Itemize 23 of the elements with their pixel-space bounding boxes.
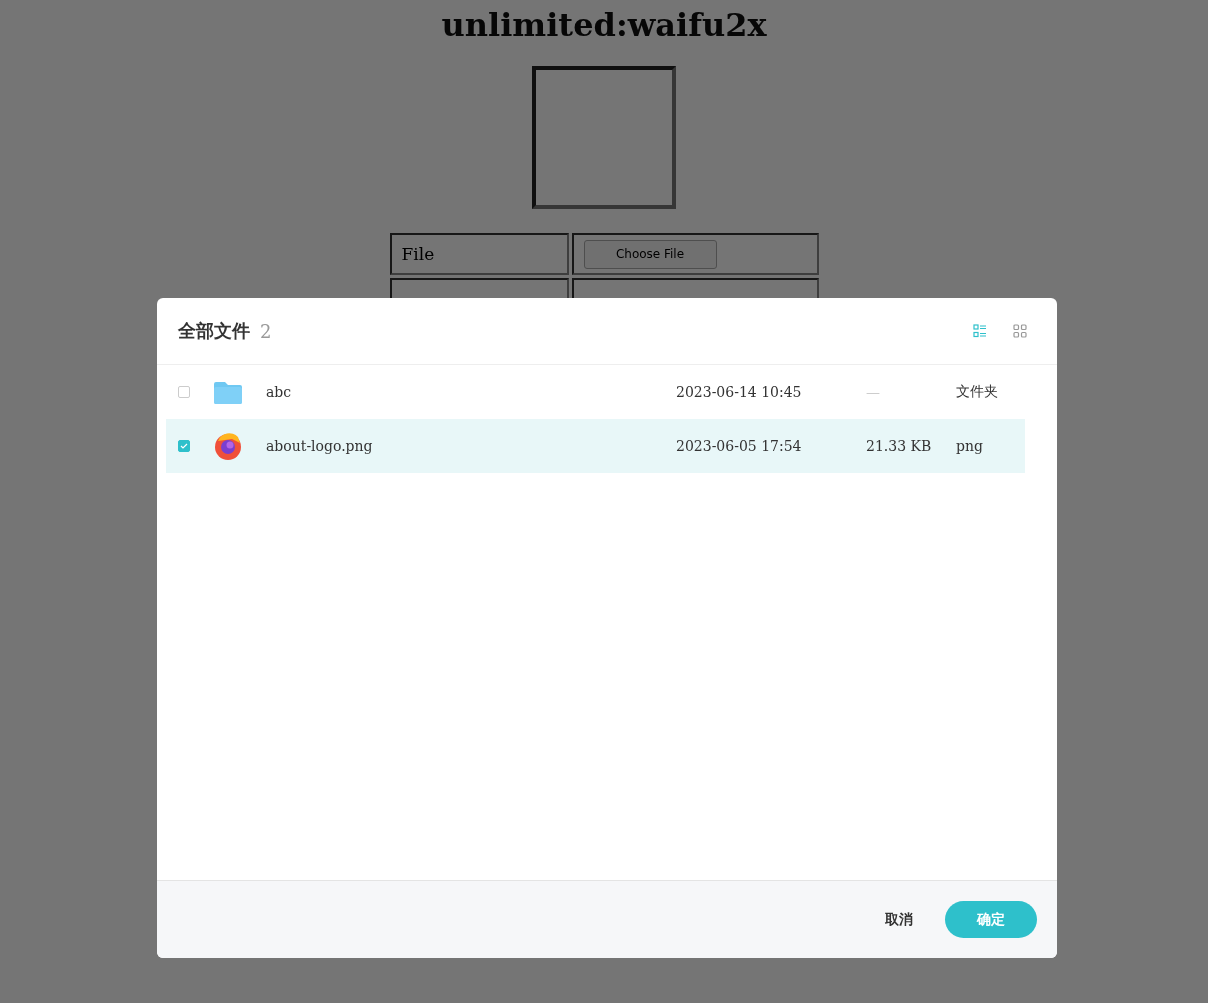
list-view-icon <box>973 324 987 338</box>
choose-file-button[interactable]: Choose File <box>583 239 717 269</box>
modified-date: 2023-06-14 10:45 <box>676 384 802 400</box>
checkbox[interactable] <box>178 440 190 452</box>
file-field[interactable]: Choose File <box>571 233 819 275</box>
file-type: 文件夹 <box>956 383 998 401</box>
file-row[interactable]: about-logo.png 2023-06-05 17:54 21.33 KB png <box>166 419 1025 473</box>
page-title: unlimited:waifu2x <box>441 6 767 44</box>
file-row[interactable]: abc 2023-06-14 10:45 — 文件夹 <box>166 365 1025 419</box>
folder-icon <box>214 380 242 404</box>
file-name: abc <box>266 384 292 400</box>
file-type: png <box>956 438 983 454</box>
dialog-title: 全部文件 <box>178 319 250 343</box>
file-size: 21.33 KB <box>866 438 932 454</box>
checkbox[interactable] <box>178 386 190 398</box>
logo-icon <box>214 432 242 460</box>
grid-view-icon <box>1013 324 1027 338</box>
file-count: 2 <box>260 320 273 342</box>
form-label-cell: File <box>389 233 569 275</box>
modified-date: 2023-06-05 17:54 <box>676 438 802 454</box>
cancel-button[interactable]: 取消 <box>885 910 913 929</box>
file-size: — <box>866 384 880 400</box>
file-name: about-logo.png <box>266 438 373 454</box>
